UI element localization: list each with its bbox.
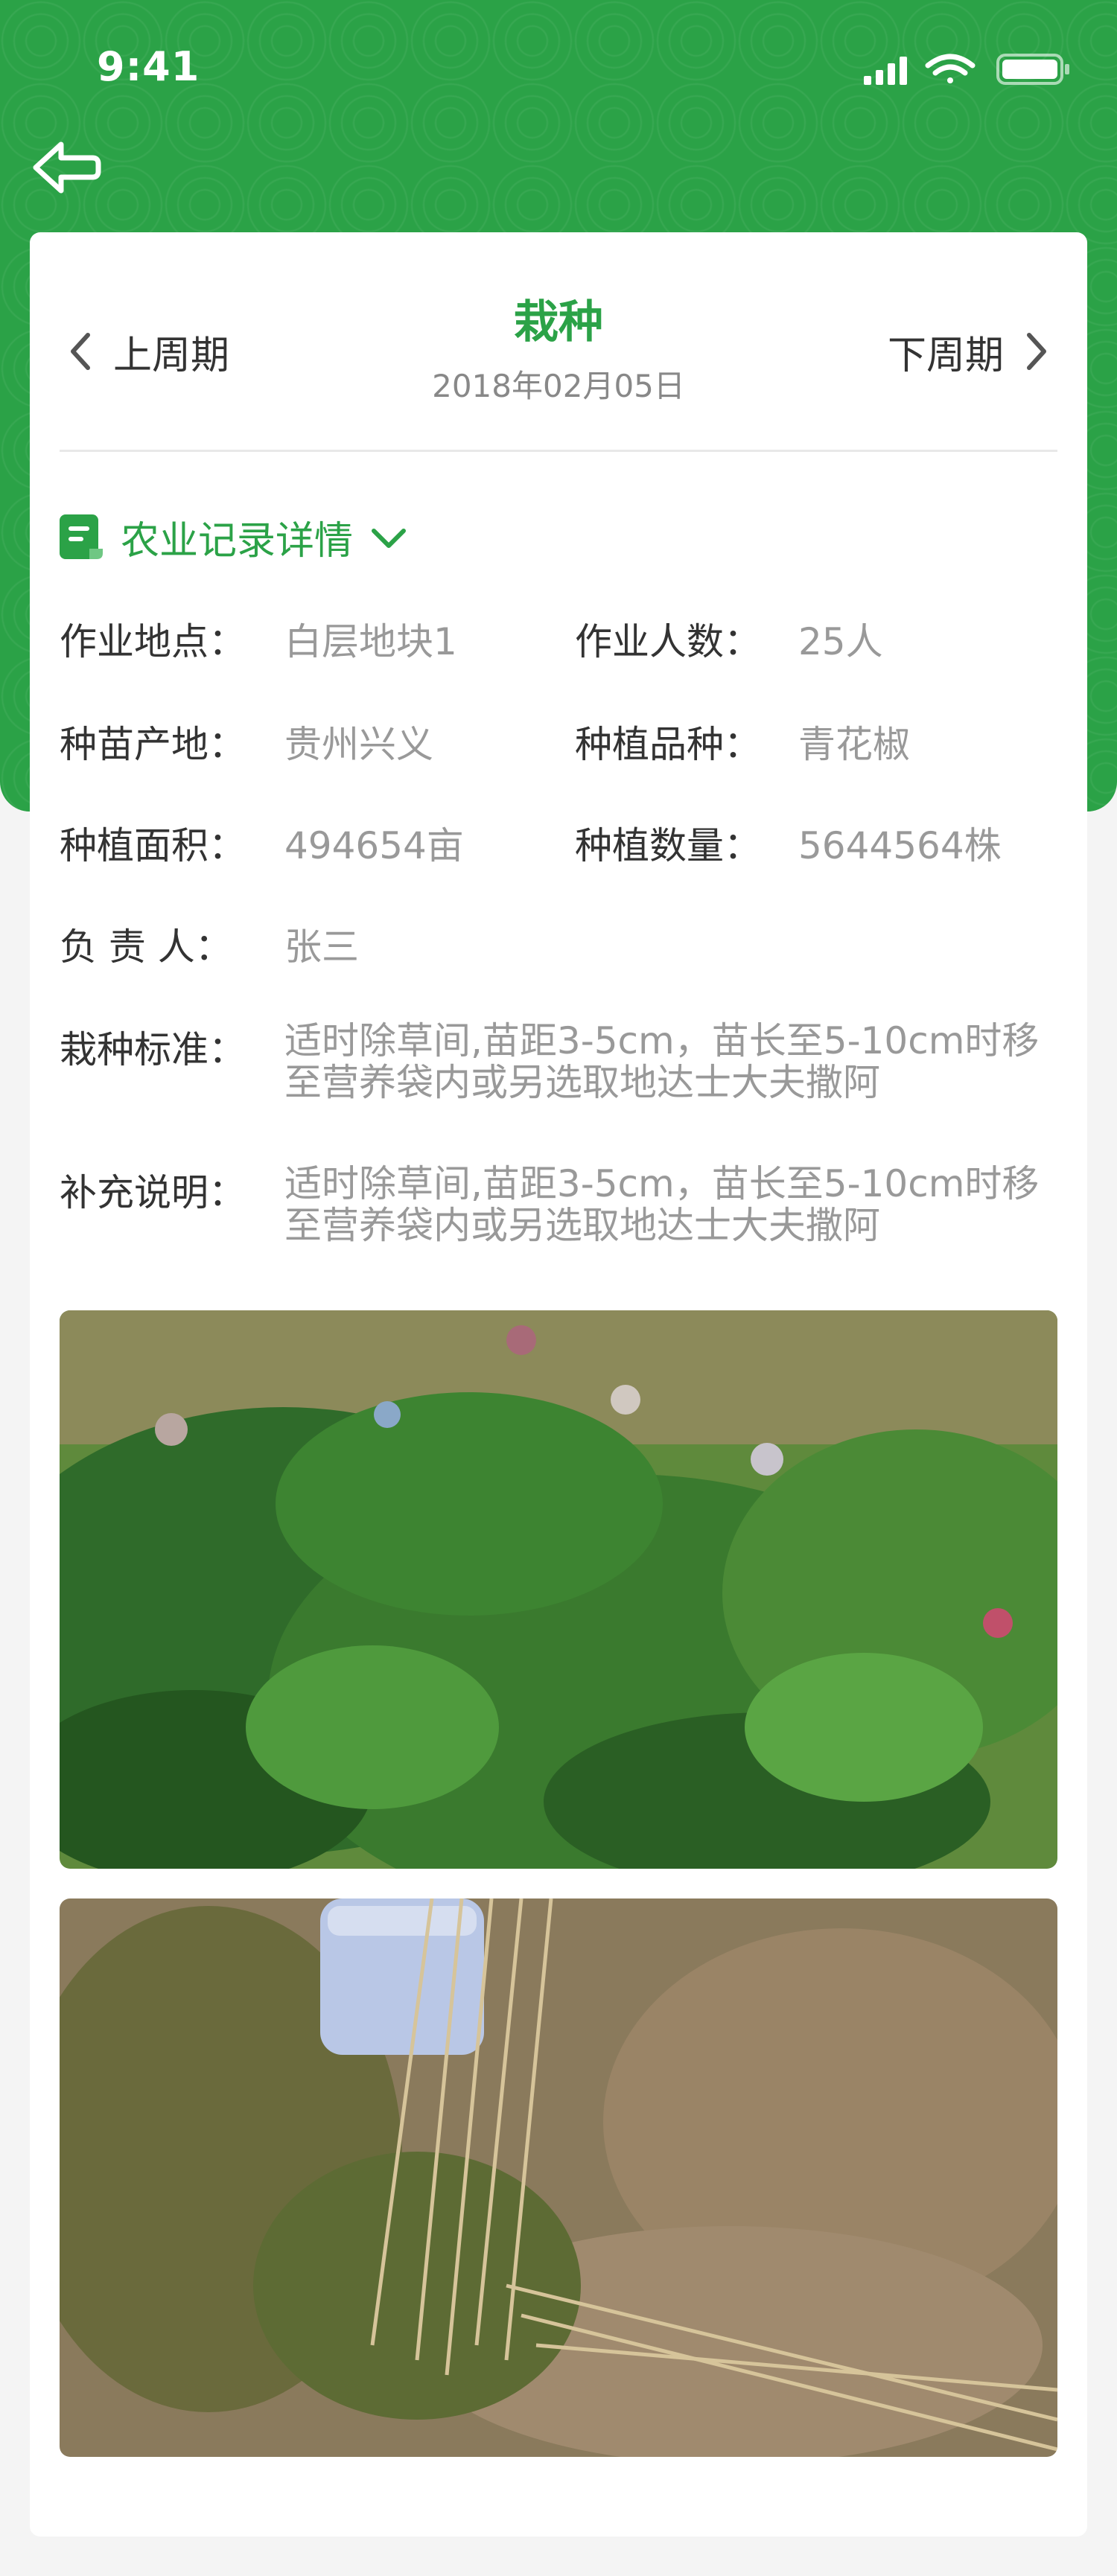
status-icons bbox=[864, 51, 1072, 86]
area-value: 494654亩 bbox=[284, 824, 464, 867]
standard-label: 栽种标准： bbox=[60, 1028, 246, 1071]
location-label: 作业地点： bbox=[60, 620, 246, 663]
chevron-down-icon bbox=[372, 528, 407, 548]
variety-value: 青花椒 bbox=[798, 723, 910, 766]
pepper-field-image bbox=[60, 1310, 1057, 1869]
divider bbox=[60, 450, 1057, 452]
record-book-icon bbox=[60, 514, 103, 559]
location-value: 白层地块1 bbox=[284, 620, 457, 663]
record-detail-toggle[interactable]: 农业记录详情 bbox=[60, 509, 408, 565]
cellular-signal-icon bbox=[864, 57, 907, 85]
variety-label: 种植品种： bbox=[575, 723, 761, 766]
quantity-value: 5644564株 bbox=[798, 824, 1002, 867]
chevron-right-icon bbox=[1027, 333, 1046, 370]
quantity-label: 种植数量： bbox=[575, 824, 761, 867]
battery-icon bbox=[996, 54, 1069, 85]
origin-value: 贵州兴义 bbox=[284, 723, 433, 766]
record-card: 上周期 栽种 2018年02月05日 下周期 农业记录详情 作业地点： 白层地块… bbox=[30, 232, 1087, 2537]
field-photo-2[interactable] bbox=[60, 1898, 1057, 2457]
manager-label: 负 责 人： bbox=[60, 925, 232, 969]
field-photo-1[interactable] bbox=[60, 1310, 1057, 1869]
notes-value: 适时除草间,苗距3-5cm，苗长至5-10cm时移至营养袋内或另选取地达士大夫撒… bbox=[284, 1162, 1040, 1247]
seedlings-image bbox=[60, 1898, 1057, 2457]
back-button[interactable] bbox=[30, 134, 104, 201]
workers-label: 作业人数： bbox=[575, 620, 761, 663]
status-time: 9:41 bbox=[97, 43, 200, 90]
area-label: 种植面积： bbox=[60, 824, 246, 867]
workers-value: 25人 bbox=[798, 620, 883, 663]
origin-label: 种苗产地： bbox=[60, 723, 246, 766]
prev-period-label: 上周期 bbox=[113, 333, 230, 378]
prev-period-button[interactable]: 上周期 bbox=[67, 307, 229, 396]
standard-value: 适时除草间,苗距3-5cm，苗长至5-10cm时移至营养袋内或另选取地达士大夫撒… bbox=[284, 1019, 1040, 1104]
next-period-label: 下周期 bbox=[887, 333, 1004, 378]
title-block: 栽种 2018年02月05日 bbox=[335, 286, 782, 407]
page-title: 栽种 bbox=[514, 296, 603, 348]
chevron-left-icon bbox=[71, 333, 90, 370]
notes-label: 补充说明： bbox=[60, 1171, 246, 1214]
manager-value: 张三 bbox=[284, 925, 359, 969]
next-period-button[interactable]: 下周期 bbox=[888, 307, 1050, 396]
period-navigation: 上周期 栽种 2018年02月05日 下周期 bbox=[30, 232, 1087, 448]
wifi-icon bbox=[925, 54, 976, 83]
status-bar: 9:41 bbox=[0, 0, 1117, 134]
back-arrow-icon bbox=[33, 141, 101, 194]
record-date: 2018年02月05日 bbox=[432, 368, 685, 404]
section-title: 农业记录详情 bbox=[121, 519, 354, 564]
